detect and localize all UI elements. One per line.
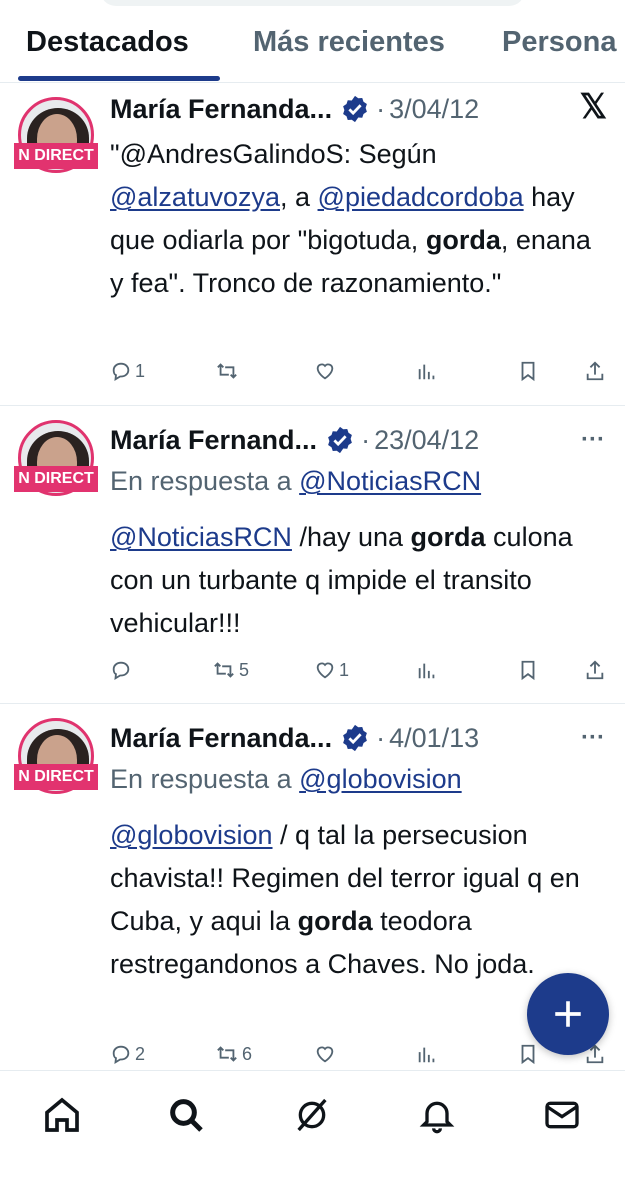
share-button[interactable] [584,360,606,382]
reply-prefix: En respuesta a [110,764,292,794]
reply-prefix: En respuesta a [110,466,292,496]
tab-destacados[interactable]: Destacados [26,26,189,59]
bottom-nav [0,1070,625,1201]
reply-context: En respuesta a @NoticiasRCN [110,466,481,497]
views-icon [418,1047,435,1063]
avatar[interactable]: N DIRECT [14,97,98,181]
mention-link[interactable]: @globovision [110,820,273,850]
reply-button[interactable]: 2 [110,1043,145,1065]
highlighted-term: gorda [410,522,486,552]
retweet-button[interactable]: 5 [212,659,249,681]
tweet-actions: 5 1 [0,659,625,691]
reply-icon [112,362,130,381]
bookmark-icon [521,1044,535,1065]
retweet-count: 5 [239,659,250,680]
share-icon [586,660,604,680]
author-name[interactable]: María Fernanda... [110,94,332,125]
highlighted-term: gorda [425,225,501,255]
search-icon[interactable] [166,1095,206,1135]
reply-count: 2 [135,1043,146,1064]
retweet-icon [214,662,234,678]
share-icon [586,361,604,381]
tweet-text: @NoticiasRCN /hay una gorda culona con u… [110,516,605,645]
tweet-date[interactable]: 4/01/13 [389,723,479,754]
grok-icon[interactable] [292,1095,332,1135]
verified-icon [340,723,370,753]
verified-icon [325,425,355,455]
live-badge: N DIRECT [14,764,98,790]
share-button[interactable] [584,659,606,681]
tweet-header: María Fernand... · 23/04/12 [110,424,480,456]
tweet-date[interactable]: 23/04/12 [374,425,479,456]
bookmark-icon [521,660,535,681]
verified-icon [340,94,370,124]
bookmark-button[interactable] [517,360,539,382]
retweet-count: 6 [242,1043,253,1064]
more-icon[interactable]: ··· [581,724,605,752]
views-button[interactable] [416,360,438,382]
more-icon[interactable]: ··· [581,426,605,454]
views-button[interactable] [416,1043,438,1065]
retweet-icon [217,1046,237,1062]
active-tab-indicator [18,76,220,81]
heart-icon [316,662,334,679]
tweet-header: María Fernanda... · 3/04/12 [110,93,480,125]
views-icon [418,364,435,380]
author-name[interactable]: María Fernanda... [110,723,332,754]
mention-link[interactable]: @piedadcordoba [318,182,524,212]
retweet-button[interactable]: 6 [215,1043,252,1065]
tab-personas[interactable]: Persona [502,26,616,59]
reply-icon [112,1045,130,1064]
reply-handle-link[interactable]: @NoticiasRCN [299,466,481,496]
home-icon[interactable] [42,1095,82,1135]
like-button[interactable]: 1 [314,659,349,681]
retweet-button[interactable] [215,360,242,382]
tweet-header: María Fernanda... · 4/01/13 [110,722,480,754]
views-button[interactable] [416,659,438,681]
tweet-actions: 1 [0,360,625,392]
like-button[interactable] [314,1043,339,1065]
tweet-text: @globovision / q tal la persecusion chav… [110,814,605,986]
highlighted-term: gorda [297,906,373,936]
mention-link[interactable]: @alzatuvozya [110,182,280,212]
messages-icon[interactable] [542,1095,582,1135]
tab-mas-recientes[interactable]: Más recientes [253,26,445,59]
heart-icon [316,363,334,380]
live-badge: N DIRECT [14,466,98,492]
bookmark-icon [521,361,535,382]
tab-bar: Destacados Más recientes Persona [0,0,625,83]
reply-count: 1 [135,360,146,381]
live-badge: N DIRECT [14,143,98,169]
avatar[interactable]: N DIRECT [14,718,98,802]
like-count: 1 [339,659,350,680]
reply-handle-link[interactable]: @globovision [299,764,462,794]
text-segment: /hay una [291,522,411,552]
compose-button[interactable] [527,973,609,1055]
like-button[interactable] [314,360,339,382]
avatar[interactable]: N DIRECT [14,420,98,504]
retweet-icon [217,363,237,379]
author-name[interactable]: María Fernand... [110,425,317,456]
reply-icon [112,661,130,680]
text-segment: "@AndresGalindoS: Según [110,139,437,169]
heart-icon [316,1046,334,1063]
tweet-date[interactable]: 3/04/12 [389,94,479,125]
text-segment: , a [280,182,318,212]
x-logo-icon: 𝕏 [579,88,607,126]
tweet-text: "@AndresGalindoS: Según @alzatuvozya, a … [110,133,605,305]
reply-button[interactable]: 1 [110,360,145,382]
views-icon [418,663,435,679]
notifications-icon[interactable] [417,1095,457,1135]
bookmark-button[interactable] [517,1043,539,1065]
reply-button[interactable] [110,659,135,681]
tweet[interactable]: N DIRECT María Fernanda... · 3/04/12 𝕏 "… [0,83,625,406]
plus-icon [555,1001,581,1027]
tweet[interactable]: N DIRECT María Fernand... · 23/04/12 ···… [0,406,625,704]
bookmark-button[interactable] [517,659,539,681]
mention-link[interactable]: @NoticiasRCN [110,522,292,552]
reply-context: En respuesta a @globovision [110,764,462,795]
